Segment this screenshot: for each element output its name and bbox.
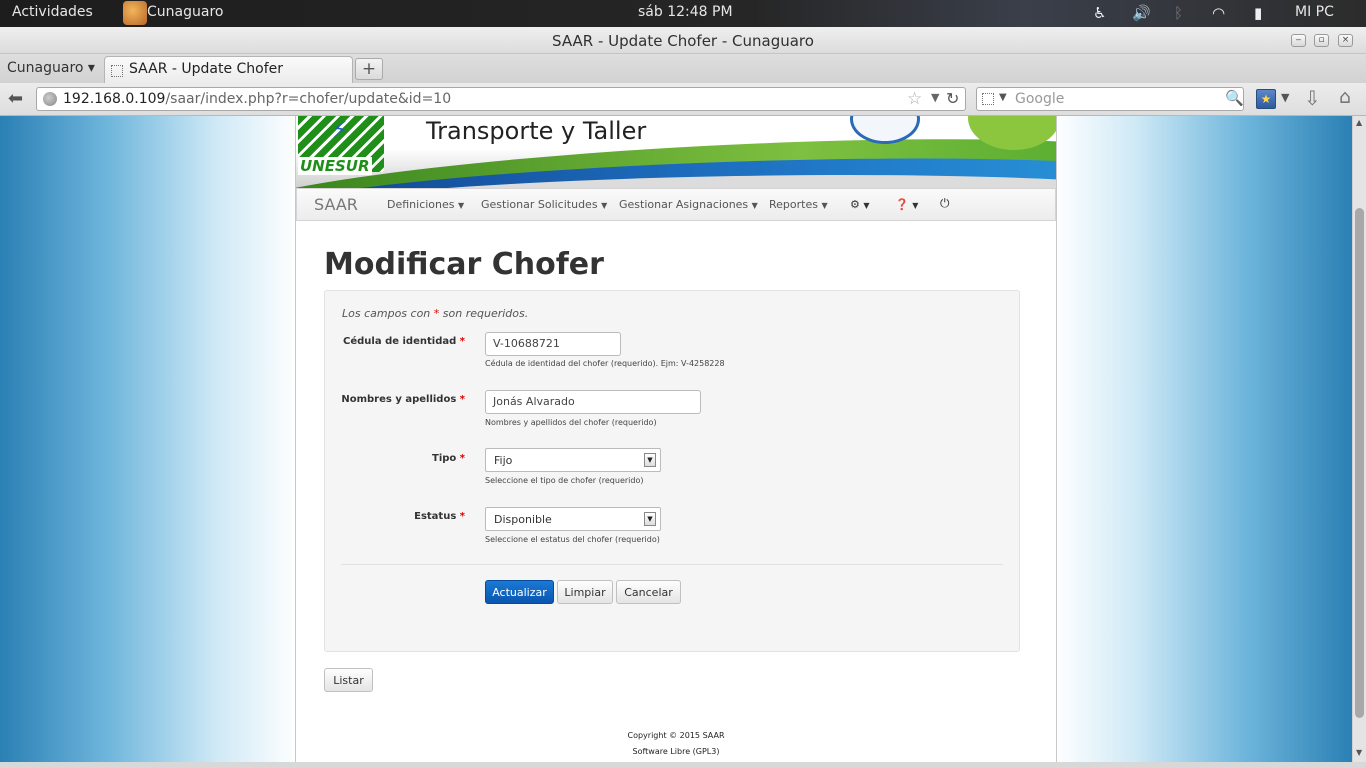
menu-settings[interactable]: ⚙ ▼: [850, 198, 870, 211]
main-navbar: SAAR Definiciones ▼ Gestionar Solicitude…: [296, 188, 1056, 221]
page-container: ⚡ UNESUR Transporte y Taller SAAR Defini…: [295, 116, 1057, 762]
caret-down-icon: ▼: [863, 201, 870, 210]
nombres-field[interactable]: Jonás Alvarado: [485, 390, 701, 414]
menu-reportes[interactable]: Reportes ▼: [769, 198, 828, 211]
tab-bar: Cunaguaro ▾ SAAR - Update Chofer +: [0, 54, 1366, 83]
download-icon[interactable]: ⇩: [1304, 86, 1321, 110]
new-tab-button[interactable]: +: [355, 58, 383, 80]
tipo-select[interactable]: Fijo ▼: [485, 448, 661, 472]
maximize-icon[interactable]: ▫: [1314, 34, 1329, 47]
footer-copyright: Copyright © 2015 SAAR: [627, 731, 725, 740]
site-identity-icon[interactable]: [43, 92, 57, 106]
close-icon[interactable]: ×: [1338, 34, 1353, 47]
tipo-help: Seleccione el tipo de chofer (requerido): [485, 476, 644, 485]
estatus-help: Seleccione el estatus del chofer (requer…: [485, 535, 660, 544]
header-banner: ⚡ UNESUR Transporte y Taller: [296, 116, 1056, 188]
gear-icon: ⚙: [850, 198, 860, 211]
caret-down-icon: ▼: [751, 201, 758, 210]
tipo-label: Tipo *: [432, 453, 465, 464]
nombres-label: Nombres y apellidos *: [341, 394, 465, 405]
navigation-bar: ⬅ 192.168.0.109/saar/index.php?r=chofer/…: [0, 83, 1366, 116]
clear-button[interactable]: Limpiar: [557, 580, 613, 604]
caret-down-icon: ▼: [912, 201, 919, 210]
bookmark-star-icon[interactable]: ☆: [907, 89, 922, 109]
caret-down-icon: ▼: [601, 201, 608, 210]
accessibility-icon[interactable]: ♿: [1093, 4, 1106, 22]
menu-help[interactable]: ❓ ▼: [895, 198, 918, 211]
estatus-select[interactable]: Disponible ▼: [485, 507, 661, 531]
back-arrow-icon[interactable]: ⬅: [8, 88, 23, 109]
clock[interactable]: sáb 12:48 PM: [638, 4, 733, 20]
activities-button[interactable]: Actividades: [12, 4, 93, 20]
search-engine-dropdown-icon[interactable]: ▼: [999, 92, 1007, 103]
menu-gestionar-solicitudes[interactable]: Gestionar Solicitudes ▼: [481, 198, 607, 211]
logout-power-icon[interactable]: ⏻: [940, 196, 950, 211]
menu-gestionar-asignaciones[interactable]: Gestionar Asignaciones ▼: [619, 198, 758, 211]
bluetooth-icon[interactable]: ᛒ: [1174, 4, 1183, 22]
menu-definiciones[interactable]: Definiciones ▼: [387, 198, 464, 211]
chevron-down-icon: ▼: [644, 512, 656, 526]
wifi-icon[interactable]: ◠: [1212, 4, 1225, 22]
estatus-label: Estatus *: [414, 511, 465, 522]
volume-icon[interactable]: 🔊: [1132, 4, 1151, 22]
help-icon: ❓: [895, 198, 909, 211]
battery-icon[interactable]: ▮: [1254, 4, 1262, 22]
window-title: SAAR - Update Chofer - Cunaguaro: [552, 32, 814, 50]
page-viewport: ⚡ UNESUR Transporte y Taller SAAR Defini…: [0, 116, 1352, 762]
scroll-up-icon[interactable]: ▲: [1356, 118, 1362, 127]
bookmarks-dropdown-icon[interactable]: ▼: [1281, 91, 1289, 104]
reload-icon[interactable]: ↻: [946, 89, 959, 108]
url-text[interactable]: 192.168.0.109/saar/index.php?r=chofer/up…: [63, 91, 451, 107]
url-bar[interactable]: 192.168.0.109/saar/index.php?r=chofer/up…: [36, 87, 966, 111]
scroll-down-icon[interactable]: ▼: [1356, 748, 1362, 757]
scrollbar-thumb[interactable]: [1355, 208, 1364, 718]
banner-title: Transporte y Taller: [426, 117, 647, 145]
footer-license: Software Libre (GPL3): [632, 747, 720, 756]
navbar-brand[interactable]: SAAR: [314, 195, 358, 214]
lightning-icon: ⚡: [332, 118, 348, 143]
bookmarks-icon[interactable]: ★: [1256, 89, 1276, 109]
page-icon: [111, 65, 123, 77]
form-divider: [341, 564, 1003, 565]
history-dropdown-icon[interactable]: ▼: [931, 91, 939, 104]
tab-title: SAAR - Update Chofer: [129, 61, 284, 77]
system-top-bar: Actividades Cunaguaro sáb 12:48 PM ♿ 🔊 ᛒ…: [0, 0, 1366, 27]
chevron-down-icon: ▼: [644, 453, 656, 467]
cancel-button[interactable]: Cancelar: [616, 580, 681, 604]
form-panel: Los campos con * son requeridos. Cédula …: [324, 290, 1020, 652]
nombres-help: Nombres y apellidos del chofer (requerid…: [485, 418, 657, 427]
minimize-icon[interactable]: ‒: [1291, 34, 1306, 47]
cedula-label: Cédula de identidad *: [343, 336, 465, 347]
app-menu[interactable]: Cunaguaro: [147, 4, 223, 20]
page-title: Modificar Chofer: [324, 247, 604, 282]
logo-text: UNESUR: [298, 157, 372, 175]
search-icon[interactable]: 🔍: [1225, 89, 1244, 107]
caret-down-icon: ▼: [821, 201, 828, 210]
required-note: Los campos con * son requeridos.: [342, 307, 529, 320]
window-titlebar: SAAR - Update Chofer - Cunaguaro ‒ ▫ ×: [0, 27, 1366, 54]
window-bottom-edge: [0, 762, 1366, 768]
tipo-selected: Fijo: [494, 454, 513, 467]
caret-down-icon: ▼: [458, 201, 465, 210]
tab-active[interactable]: SAAR - Update Chofer: [104, 56, 353, 83]
search-engine-icon[interactable]: [982, 93, 994, 105]
estatus-selected: Disponible: [494, 513, 552, 526]
home-icon[interactable]: ⌂: [1339, 86, 1351, 108]
list-button[interactable]: Listar: [324, 668, 373, 692]
cedula-help: Cédula de identidad del chofer (requerid…: [485, 359, 725, 368]
user-menu[interactable]: MI PC: [1295, 4, 1334, 20]
tab-group-button[interactable]: Cunaguaro ▾: [7, 60, 95, 76]
update-button[interactable]: Actualizar: [485, 580, 554, 604]
app-icon[interactable]: [123, 1, 147, 25]
search-box[interactable]: ▼ Google 🔍: [976, 87, 1244, 111]
cedula-field[interactable]: V-10688721: [485, 332, 621, 356]
vertical-scrollbar[interactable]: ▲ ▼: [1352, 116, 1366, 762]
search-input[interactable]: Google: [1015, 91, 1064, 107]
